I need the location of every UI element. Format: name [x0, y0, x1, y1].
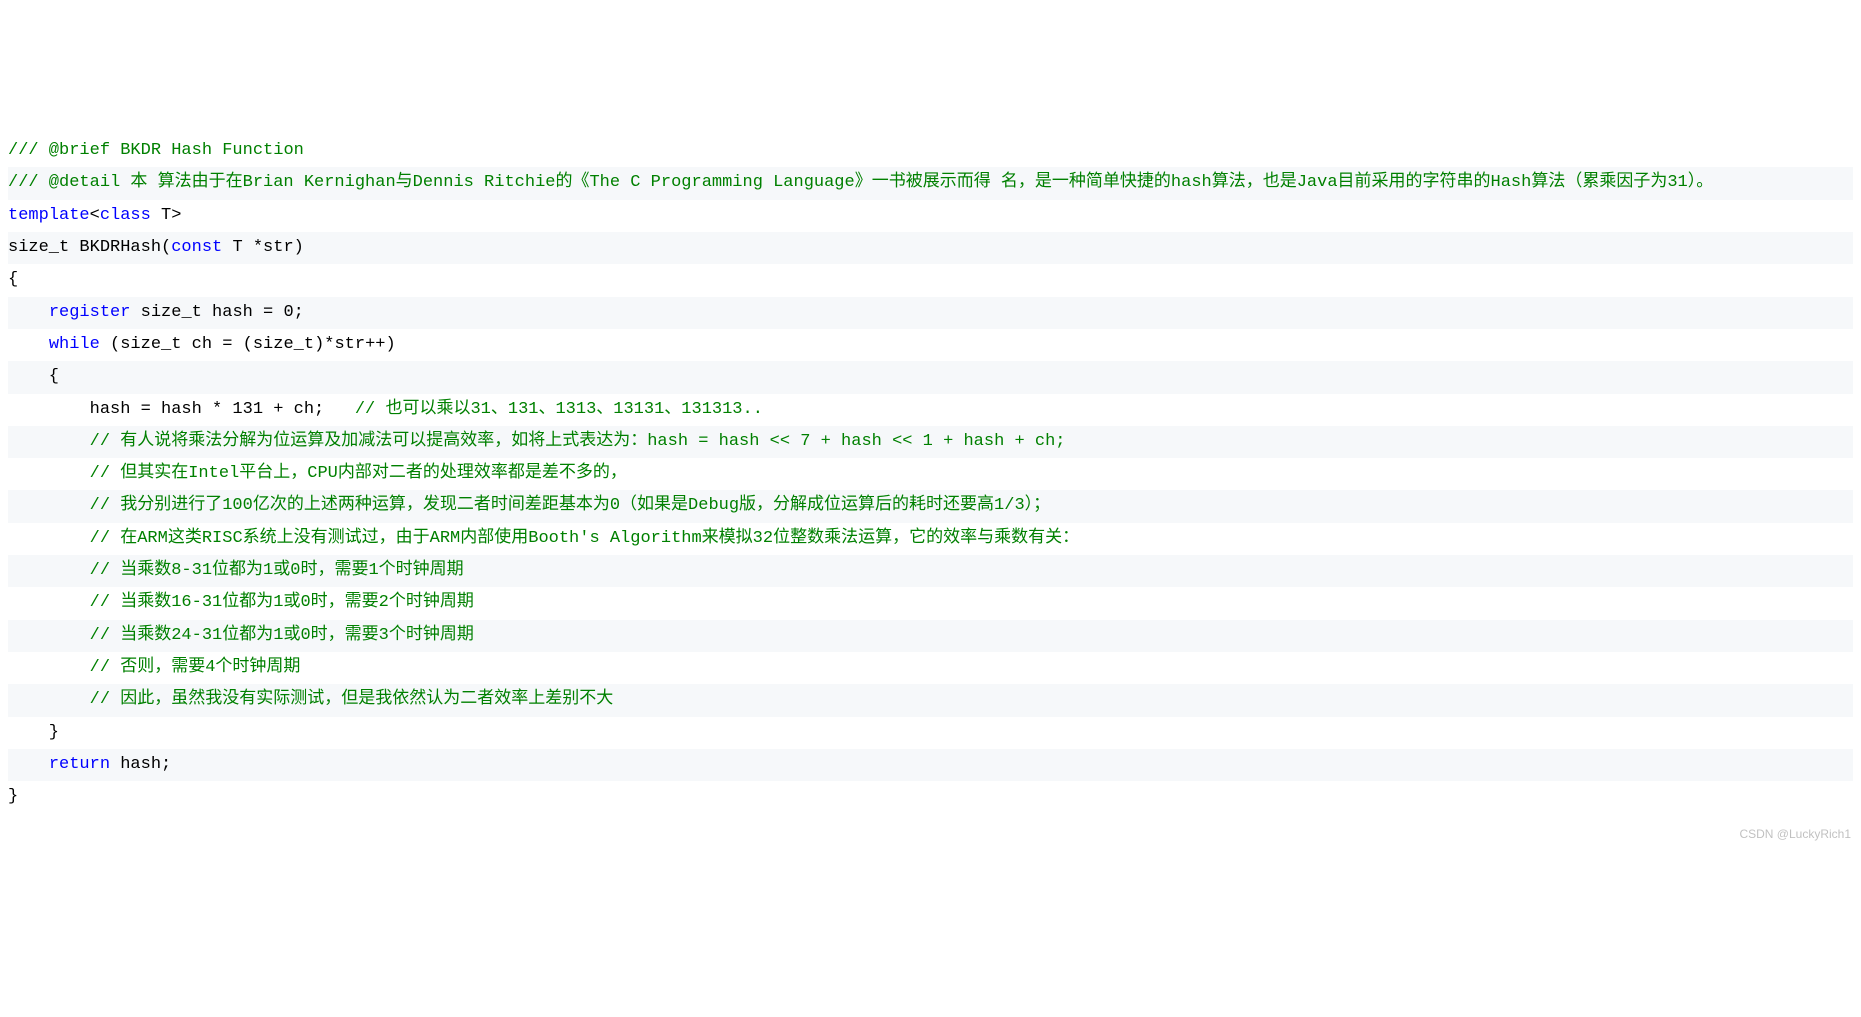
token-plain: {	[8, 270, 18, 289]
token-plain	[8, 432, 90, 451]
token-plain	[8, 593, 90, 612]
token-plain	[8, 496, 90, 515]
token-keyword: const	[171, 238, 222, 257]
code-line: /// @detail 本 算法由于在Brian Kernighan与Denni…	[8, 167, 1853, 199]
code-line: register size_t hash = 0;	[8, 297, 1853, 329]
token-plain: T>	[151, 206, 182, 225]
code-line: // 当乘数24-31位都为1或0时，需要3个时钟周期	[8, 620, 1853, 652]
token-plain: {	[8, 367, 59, 386]
token-comment: // 当乘数24-31位都为1或0时，需要3个时钟周期	[90, 626, 474, 645]
token-plain: T *str)	[222, 238, 304, 257]
code-line: while (size_t ch = (size_t)*str++)	[8, 329, 1853, 361]
code-line: hash = hash * 131 + ch; // 也可以乘以31、131、1…	[8, 394, 1853, 426]
token-comment: // 因此，虽然我没有实际测试，但是我依然认为二者效率上差别不大	[90, 690, 614, 709]
code-line: template<class T>	[8, 200, 1853, 232]
token-comment: // 在ARM这类RISC系统上没有测试过，由于ARM内部使用Booth's A…	[90, 529, 1079, 548]
token-plain	[8, 690, 90, 709]
token-plain	[8, 529, 90, 548]
token-plain	[8, 755, 49, 774]
token-plain: hash;	[110, 755, 171, 774]
token-comment: // 当乘数16-31位都为1或0时，需要2个时钟周期	[90, 593, 474, 612]
token-plain	[8, 561, 90, 580]
code-line: // 有人说将乘法分解为位运算及加减法可以提高效率，如将上式表达为：hash =…	[8, 426, 1853, 458]
code-line: return hash;	[8, 749, 1853, 781]
token-plain: }	[8, 787, 18, 806]
token-comment: // 否则，需要4个时钟周期	[90, 658, 301, 677]
code-line: }	[8, 781, 1853, 813]
code-line: /// @brief BKDR Hash Function	[8, 135, 1853, 167]
token-keyword: while	[49, 335, 100, 354]
token-comment: // 我分别进行了100亿次的上述两种运算，发现二者时间差距基本为0（如果是De…	[90, 496, 1051, 515]
token-comment: // 有人说将乘法分解为位运算及加减法可以提高效率，如将上式表达为：hash =…	[90, 432, 1066, 451]
code-line: size_t BKDRHash(const T *str)	[8, 232, 1853, 264]
token-comment: /// @brief BKDR Hash Function	[8, 141, 304, 160]
code-line: // 但其实在Intel平台上，CPU内部对二者的处理效率都是差不多的，	[8, 458, 1853, 490]
token-plain	[8, 464, 90, 483]
code-line: // 我分别进行了100亿次的上述两种运算，发现二者时间差距基本为0（如果是De…	[8, 490, 1853, 522]
token-plain	[8, 335, 49, 354]
token-plain	[8, 626, 90, 645]
code-line: // 因此，虽然我没有实际测试，但是我依然认为二者效率上差别不大	[8, 684, 1853, 716]
token-plain: <	[90, 206, 100, 225]
token-comment: /// @detail 本 算法由于在Brian Kernighan与Denni…	[8, 173, 1713, 192]
watermark-text: CSDN @LuckyRich1	[1739, 823, 1851, 846]
token-keyword: template	[8, 206, 90, 225]
code-line: // 当乘数16-31位都为1或0时，需要2个时钟周期	[8, 587, 1853, 619]
token-plain: hash = hash * 131 + ch;	[8, 400, 355, 419]
token-plain: (size_t ch = (size_t)*str++)	[100, 335, 396, 354]
token-plain: }	[8, 723, 59, 742]
token-plain	[8, 658, 90, 677]
code-line: }	[8, 717, 1853, 749]
token-plain: size_t hash = 0;	[130, 303, 303, 322]
code-line: // 在ARM这类RISC系统上没有测试过，由于ARM内部使用Booth's A…	[8, 523, 1853, 555]
token-keyword: return	[49, 755, 110, 774]
token-keyword: register	[49, 303, 131, 322]
code-line: {	[8, 264, 1853, 296]
code-block: /// @brief BKDR Hash Function /// @detail…	[8, 135, 1853, 813]
code-line: {	[8, 361, 1853, 393]
token-plain	[8, 303, 49, 322]
code-line: // 当乘数8-31位都为1或0时，需要1个时钟周期	[8, 555, 1853, 587]
token-comment: // 但其实在Intel平台上，CPU内部对二者的处理效率都是差不多的，	[90, 464, 627, 483]
token-comment: // 也可以乘以31、131、1313、13131、131313..	[355, 400, 763, 419]
code-line: // 否则，需要4个时钟周期	[8, 652, 1853, 684]
token-comment: // 当乘数8-31位都为1或0时，需要1个时钟周期	[90, 561, 464, 580]
token-keyword: class	[100, 206, 151, 225]
token-plain: size_t BKDRHash(	[8, 238, 171, 257]
